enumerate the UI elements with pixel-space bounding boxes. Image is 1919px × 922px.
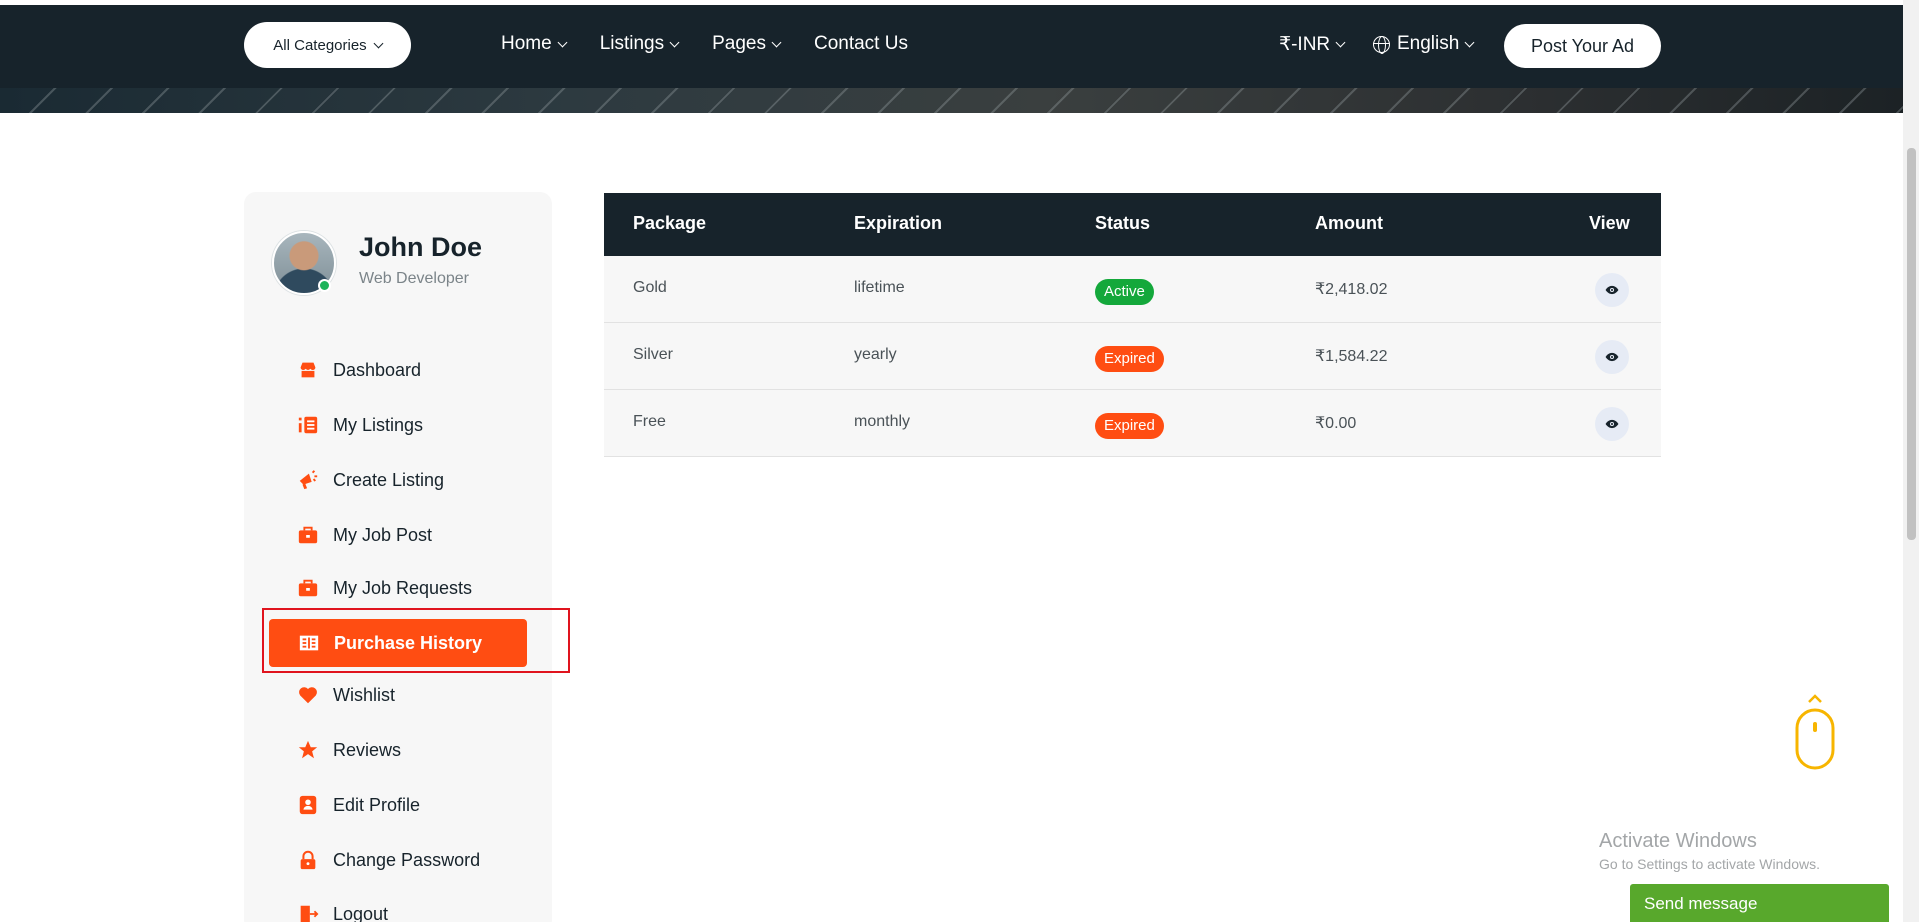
main-nav: Home Listings Pages Contact Us [501, 33, 942, 55]
navbar: All Categories Home Listings Pages Conta [0, 5, 1903, 88]
sidebar-item-my-job-requests[interactable]: My Job Requests [297, 577, 472, 599]
view-button[interactable] [1595, 407, 1629, 441]
sidebar-item-logout[interactable]: Logout [297, 903, 388, 922]
sidebar-item-change-password[interactable]: Change Password [297, 849, 480, 871]
language-selector[interactable]: English [1373, 33, 1475, 55]
sidebar-item-wishlist[interactable]: Wishlist [297, 684, 395, 706]
list-icon [297, 414, 319, 436]
nav-pages-label: Pages [712, 33, 766, 54]
purchase-history-table: Package Expiration Status Amount View Go… [604, 193, 1661, 457]
receipt-icon [298, 632, 320, 654]
language-label: English [1397, 33, 1460, 54]
activate-windows-title: Activate Windows [1599, 830, 1757, 852]
globe-icon [1373, 35, 1390, 54]
activate-windows-subtitle: Go to Settings to activate Windows. [1599, 856, 1820, 872]
status-badge: Active [1095, 279, 1154, 305]
hero-pattern [0, 88, 1903, 113]
chevron-down-icon [373, 38, 384, 48]
table-row: Gold lifetime Active ₹2,418.02 [604, 256, 1661, 323]
user-role: Web Developer [359, 270, 469, 287]
sidebar-item-label: Edit Profile [333, 794, 421, 815]
all-categories-label: All Categories [273, 36, 367, 54]
chevron-down-icon [557, 37, 568, 47]
sidebar-item-label: My Listings [333, 414, 424, 435]
view-button[interactable] [1595, 340, 1629, 374]
post-your-ad-button[interactable]: Post Your Ad [1504, 24, 1661, 68]
sidebar-item-edit-profile[interactable]: Edit Profile [297, 794, 420, 816]
cell-expiration: lifetime [854, 279, 905, 296]
hero-banner: All Categories Home Listings Pages Conta [0, 5, 1903, 113]
star-icon [297, 739, 319, 761]
cell-amount: ₹2,418.02 [1315, 281, 1388, 298]
sidebar-item-dashboard[interactable]: Dashboard [297, 359, 421, 381]
sidebar-item-label: My Job Post [333, 524, 433, 545]
currency-label: ₹-INR [1279, 34, 1331, 55]
nav-listings[interactable]: Listings [599, 33, 680, 55]
send-message-button[interactable]: Send message [1630, 884, 1889, 922]
sidebar-item-purchase-history[interactable]: Purchase History [269, 619, 527, 667]
table-row: Silver yearly Expired ₹1,584.22 [604, 323, 1661, 390]
nav-contact-us[interactable]: Contact Us [814, 33, 908, 55]
sidebar-item-label: Dashboard [333, 359, 422, 380]
cell-package: Gold [633, 279, 667, 296]
header-amount: Amount [1315, 213, 1383, 233]
sidebar-item-my-job-post[interactable]: My Job Post [297, 524, 432, 546]
user-card-icon [297, 794, 319, 816]
header-view: View [1589, 213, 1630, 233]
sidebar-item-create-listing[interactable]: Create Listing [297, 469, 444, 491]
view-button[interactable] [1595, 273, 1629, 307]
sidebar-item-label: Logout [333, 903, 389, 922]
sidebar-item-label: Purchase History [334, 632, 483, 653]
cell-expiration: monthly [854, 413, 911, 430]
cell-package: Free [633, 413, 666, 430]
all-categories-button[interactable]: All Categories [244, 22, 411, 68]
cell-package: Silver [633, 346, 674, 363]
nav-home[interactable]: Home [501, 33, 568, 55]
sidebar-item-label: Reviews [333, 739, 402, 760]
briefcase-icon [297, 577, 319, 599]
megaphone-icon [297, 469, 319, 491]
scrollbar-thumb[interactable] [1907, 148, 1916, 540]
page: All Categories Home Listings Pages Conta [0, 0, 1919, 922]
cell-expiration: yearly [854, 346, 897, 363]
cell-amount: ₹0.00 [1315, 415, 1357, 432]
header-expiration: Expiration [854, 213, 943, 233]
nav-contact-label: Contact Us [813, 33, 908, 54]
eye-icon [1605, 352, 1619, 362]
sidebar-item-label: My Job Requests [333, 577, 473, 598]
cell-amount: ₹1,584.22 [1315, 348, 1388, 365]
currency-selector[interactable]: ₹-INR [1279, 33, 1346, 56]
sidebar-item-my-listings[interactable]: My Listings [297, 414, 423, 436]
heart-icon [297, 684, 319, 706]
status-badge: Expired [1095, 346, 1164, 372]
nav-pages[interactable]: Pages [712, 33, 782, 55]
sidebar-item-label: Create Listing [333, 469, 445, 490]
table-row: Free monthly Expired ₹0.00 [604, 390, 1661, 457]
sidebar-item-label: Change Password [333, 849, 481, 870]
chevron-down-icon [1464, 37, 1475, 47]
header-status: Status [1095, 213, 1151, 233]
chevron-down-icon [771, 37, 782, 47]
sidebar-item-reviews[interactable]: Reviews [297, 739, 401, 761]
chevron-down-icon [669, 37, 680, 47]
eye-icon [1605, 285, 1619, 295]
sidebar-item-label: Wishlist [333, 684, 395, 705]
lock-icon [297, 849, 319, 871]
chevron-down-icon [1335, 37, 1346, 48]
user-name: John Doe [359, 232, 483, 262]
logout-icon [297, 903, 319, 922]
table-header: Package Expiration Status Amount View [604, 193, 1661, 256]
nav-home-label: Home [501, 33, 552, 54]
scroll-to-top-button[interactable] [1795, 692, 1835, 772]
mouse-icon [1795, 694, 1835, 770]
briefcase-icon [297, 524, 319, 546]
header-package: Package [633, 213, 707, 233]
status-badge: Expired [1095, 413, 1164, 439]
eye-icon [1605, 419, 1619, 429]
store-icon [297, 359, 319, 381]
nav-listings-label: Listings [599, 33, 665, 54]
online-status-dot [318, 279, 331, 292]
